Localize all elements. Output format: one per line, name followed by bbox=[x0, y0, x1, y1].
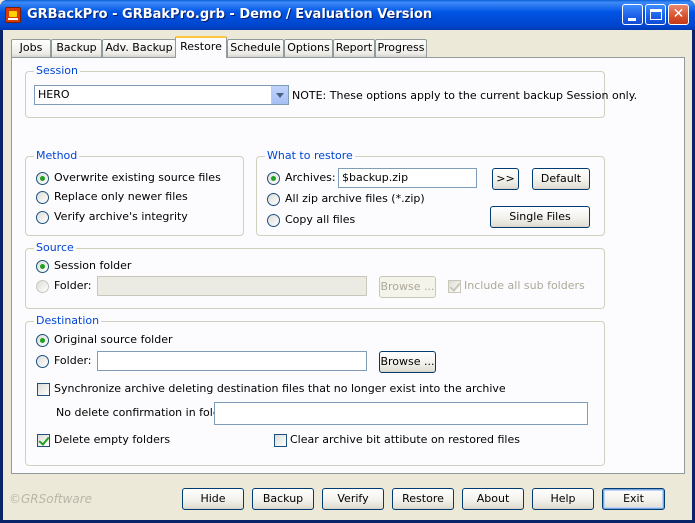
tab-restore[interactable]: Restore bbox=[175, 36, 227, 58]
all-zip-label[interactable]: All zip archive files (*.zip) bbox=[285, 192, 425, 206]
single-files-button[interactable]: Single Files bbox=[490, 206, 590, 228]
maximize-icon bbox=[650, 9, 662, 20]
session-folder-label[interactable]: Session folder bbox=[54, 259, 131, 273]
no-delete-label: No delete confirmation in folders: bbox=[56, 406, 241, 419]
minimize-icon bbox=[628, 18, 636, 21]
restore-page: Session HERO NOTE: These options apply t… bbox=[11, 57, 685, 474]
destination-group: Destination Original source folder Folde… bbox=[25, 314, 605, 466]
dest-browse-button[interactable]: Browse ... bbox=[379, 351, 436, 373]
overwrite-label[interactable]: Overwrite existing source files bbox=[54, 171, 221, 185]
copy-all-radio[interactable] bbox=[267, 214, 280, 227]
replace-newer-radio[interactable] bbox=[36, 191, 49, 204]
tab-report[interactable]: Report bbox=[333, 39, 375, 57]
about-button[interactable]: About bbox=[462, 488, 524, 510]
source-browse-button[interactable]: Browse ... bbox=[379, 276, 436, 298]
app-window: GRBackPro - GRBakPro.grb - Demo / Evalua… bbox=[0, 0, 695, 523]
app-icon[interactable] bbox=[5, 7, 21, 23]
tab-progress[interactable]: Progress bbox=[375, 39, 427, 57]
archives-radio[interactable] bbox=[267, 172, 280, 185]
method-group-title: Method bbox=[34, 149, 80, 163]
original-folder-radio[interactable] bbox=[36, 334, 49, 347]
overwrite-radio[interactable] bbox=[36, 172, 49, 185]
destination-group-title: Destination bbox=[34, 314, 102, 328]
verify-integrity-radio[interactable] bbox=[36, 211, 49, 224]
delete-empty-label[interactable]: Delete empty folders bbox=[54, 433, 170, 447]
tab-adv-backup[interactable]: Adv. Backup bbox=[102, 39, 176, 57]
session-note: NOTE: These options apply to the current… bbox=[292, 89, 638, 102]
archives-label[interactable]: Archives: bbox=[285, 171, 336, 185]
chevron-down-icon[interactable] bbox=[271, 86, 288, 104]
clear-archive-bit-checkbox[interactable] bbox=[274, 434, 287, 447]
minimize-button[interactable] bbox=[622, 4, 643, 25]
hide-button[interactable]: Hide bbox=[182, 488, 244, 510]
session-group: Session HERO NOTE: These options apply t… bbox=[25, 64, 637, 118]
what-to-restore-group: What to restore Archives: $backup.zip >>… bbox=[256, 149, 605, 236]
exit-button[interactable]: Exit bbox=[602, 488, 665, 510]
copy-all-label[interactable]: Copy all files bbox=[285, 213, 355, 227]
source-folder-label[interactable]: Folder: bbox=[54, 279, 92, 293]
help-button[interactable]: Help bbox=[532, 488, 594, 510]
original-folder-label[interactable]: Original source folder bbox=[54, 333, 173, 347]
tab-schedule[interactable]: Schedule bbox=[227, 39, 284, 57]
sync-archive-checkbox[interactable] bbox=[37, 383, 50, 396]
archives-input[interactable]: $backup.zip bbox=[338, 168, 477, 188]
session-folder-radio[interactable] bbox=[36, 260, 49, 273]
client-area: Jobs Backup Adv. Backup Restore Schedule… bbox=[3, 30, 692, 520]
verify-button[interactable]: Verify bbox=[322, 488, 384, 510]
close-button[interactable]: ✕ bbox=[668, 4, 689, 25]
verify-integrity-label[interactable]: Verify archive's integrity bbox=[54, 210, 188, 224]
source-group-title: Source bbox=[34, 241, 76, 255]
include-sub-label[interactable]: Include all sub folders bbox=[464, 279, 585, 293]
dest-folder-radio[interactable] bbox=[36, 355, 49, 368]
dest-folder-input[interactable] bbox=[97, 351, 367, 371]
source-folder-radio[interactable] bbox=[36, 280, 49, 293]
restore-button[interactable]: Restore bbox=[392, 488, 454, 510]
backup-button[interactable]: Backup bbox=[252, 488, 314, 510]
tab-backup[interactable]: Backup bbox=[51, 39, 102, 57]
replace-newer-label[interactable]: Replace only newer files bbox=[54, 190, 188, 204]
session-select-value: HERO bbox=[38, 88, 70, 101]
no-delete-input[interactable] bbox=[214, 402, 588, 425]
session-select[interactable]: HERO bbox=[34, 85, 289, 105]
tab-jobs[interactable]: Jobs bbox=[11, 39, 51, 57]
method-group: Method Overwrite existing source files R… bbox=[25, 149, 244, 236]
what-to-restore-title: What to restore bbox=[265, 149, 355, 163]
title-bar[interactable]: GRBackPro - GRBakPro.grb - Demo / Evalua… bbox=[0, 0, 695, 30]
maximize-button[interactable] bbox=[645, 4, 666, 25]
dest-folder-label[interactable]: Folder: bbox=[54, 354, 92, 368]
delete-empty-checkbox[interactable] bbox=[37, 434, 50, 447]
all-zip-radio[interactable] bbox=[267, 193, 280, 206]
clear-archive-bit-label[interactable]: Clear archive bit attibute on restored f… bbox=[290, 433, 520, 447]
source-folder-input[interactable] bbox=[97, 276, 367, 296]
window-title: GRBackPro - GRBakPro.grb - Demo / Evalua… bbox=[27, 7, 433, 22]
tab-options[interactable]: Options bbox=[284, 39, 333, 57]
include-sub-checkbox[interactable] bbox=[448, 280, 461, 293]
archives-more-button[interactable]: >> bbox=[492, 168, 519, 190]
default-button[interactable]: Default bbox=[532, 168, 590, 190]
session-group-title: Session bbox=[34, 64, 80, 78]
close-icon: ✕ bbox=[672, 6, 685, 22]
source-group: Source Session folder Folder: Browse ...… bbox=[25, 241, 605, 309]
sync-archive-label[interactable]: Synchronize archive deleting destination… bbox=[54, 382, 506, 396]
copyright-logo: ©GRSoftware bbox=[9, 492, 93, 506]
